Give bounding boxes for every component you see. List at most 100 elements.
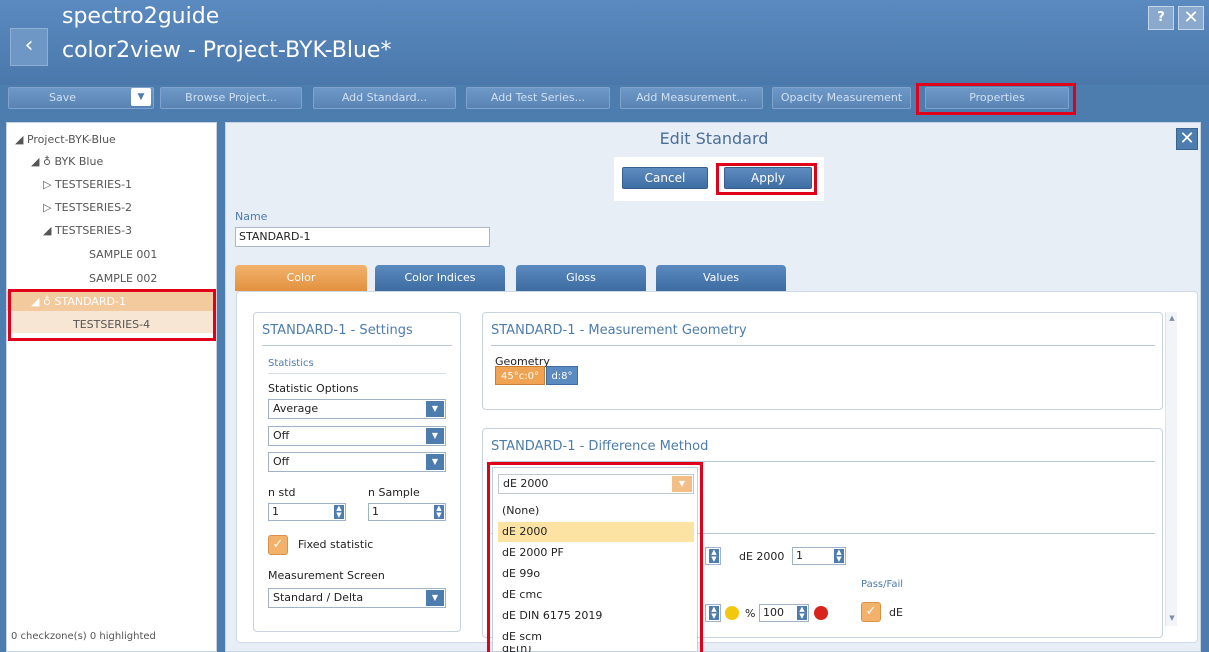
statistics-divider xyxy=(268,373,446,374)
app-header: ‹ spectro2guide color2view - Project-BYK… xyxy=(0,0,1209,85)
back-button[interactable]: ‹ xyxy=(10,28,48,66)
stepper-left[interactable]: ▲ ▼ xyxy=(705,547,721,565)
app-title: spectro2guide xyxy=(62,4,220,29)
panel-title: Edit Standard xyxy=(659,129,769,148)
tree-item-testseries-2[interactable]: ▷ TESTSERIES-2 xyxy=(43,201,132,214)
tree-item-sample-001[interactable]: SAMPLE 001 xyxy=(89,248,157,261)
scroll-down-icon[interactable]: ▼ xyxy=(1166,614,1178,622)
dropdown-option-deh[interactable]: dE(h) xyxy=(498,646,694,652)
tree-item-sample-002[interactable]: SAMPLE 002 xyxy=(89,272,157,285)
dropdown-option-de99o[interactable]: dE 99o xyxy=(498,564,694,584)
settings-title: STANDARD-1 - Settings xyxy=(262,323,413,338)
dropdown-option-decmc[interactable]: dE cmc xyxy=(498,585,694,605)
content-scrollbar[interactable]: ▲ ▼ xyxy=(1165,312,1177,626)
close-app-button[interactable]: ✕ xyxy=(1178,6,1204,30)
opacity-measurement-button[interactable]: Opacity Measurement xyxy=(772,87,911,109)
geometry-title: STANDARD-1 - Measurement Geometry xyxy=(491,323,747,338)
statistic-option-select-3[interactable]: Off ▼ xyxy=(268,452,446,472)
percent-value: 100 xyxy=(763,606,784,619)
settings-box: STANDARD-1 - Settings Statistics Statist… xyxy=(253,312,461,632)
dropdown-option-none[interactable]: (None) xyxy=(498,501,694,521)
n-sample-label: n Sample xyxy=(368,486,420,499)
geometry-divider xyxy=(491,345,1155,346)
measurement-screen-value: Standard / Delta xyxy=(273,591,364,604)
select-1-value: Average xyxy=(273,402,319,415)
chevron-down-icon: ▼ xyxy=(426,454,444,470)
stepper-icon: ▲ ▼ xyxy=(334,505,344,519)
properties-button[interactable]: Properties xyxy=(925,87,1069,109)
difference-method-select[interactable]: dE 2000 ▼ xyxy=(498,474,694,494)
geometry-option-45-0[interactable]: 45°c:0° xyxy=(495,366,545,385)
n-std-value: 1 xyxy=(272,505,279,518)
add-test-series-button[interactable]: Add Test Series... xyxy=(466,87,610,109)
red-status-dot xyxy=(814,606,828,620)
tree-item-standard-1[interactable]: ◢ ♁ STANDARD-1 xyxy=(31,295,126,308)
tab-color[interactable]: Color xyxy=(235,265,367,291)
tab-content: STANDARD-1 - Settings Statistics Statist… xyxy=(236,291,1198,643)
tree-item-byk-blue[interactable]: ◢ ♁ BYK Blue xyxy=(31,155,103,168)
settings-divider xyxy=(262,345,452,346)
measurement-screen-label: Measurement Screen xyxy=(268,569,385,582)
tree-item-testseries-3[interactable]: ◢ TESTSERIES-3 xyxy=(43,224,132,237)
n-sample-value: 1 xyxy=(372,505,379,518)
measurement-screen-select[interactable]: Standard / Delta ▼ xyxy=(268,588,446,608)
difference-divider xyxy=(491,461,1155,462)
select-2-value: Off xyxy=(273,429,290,442)
close-panel-button[interactable]: ✕ xyxy=(1176,128,1198,150)
apply-button[interactable]: Apply xyxy=(724,167,812,189)
tab-values[interactable]: Values xyxy=(656,265,786,291)
tab-color-indices[interactable]: Color Indices xyxy=(375,265,505,291)
tree-item-testseries-1[interactable]: ▷ TESTSERIES-1 xyxy=(43,178,132,191)
de-passfail-checkbox[interactable]: ✓ xyxy=(861,602,881,622)
n-sample-stepper[interactable]: 1 ▲ ▼ xyxy=(368,503,446,521)
difference-method-dropdown[interactable]: dE 2000 ▼ (None) dE 2000 dE 2000 PF dE 99… xyxy=(492,467,698,652)
n-std-stepper[interactable]: 1 ▲ ▼ xyxy=(268,503,346,521)
add-measurement-button[interactable]: Add Measurement... xyxy=(620,87,763,109)
percent-label: % xyxy=(745,607,756,620)
geometry-option-d8[interactable]: d:8° xyxy=(546,366,578,385)
statistic-option-select-1[interactable]: Average ▼ xyxy=(268,399,446,419)
statistic-option-select-2[interactable]: Off ▼ xyxy=(268,426,446,446)
chevron-down-icon: ▼ xyxy=(672,476,692,492)
dropdown-option-de2000[interactable]: dE 2000 xyxy=(498,522,694,542)
de-checkbox-label: dE xyxy=(889,606,903,619)
stepper-icon: ▲ ▼ xyxy=(709,549,719,563)
statistic-options-label: Statistic Options xyxy=(268,382,359,395)
de2000-stepper[interactable]: 1 ▲ ▼ xyxy=(792,547,846,565)
select-3-value: Off xyxy=(273,455,290,468)
fixed-statistic-label: Fixed statistic xyxy=(298,538,374,551)
de2000-value: 1 xyxy=(796,549,803,562)
geometry-box: STANDARD-1 - Measurement Geometry Geomet… xyxy=(482,312,1163,410)
stepper-left-2[interactable]: ▲ ▼ xyxy=(705,604,721,622)
chevron-down-icon: ▼ xyxy=(426,401,444,417)
tree-item-project[interactable]: ◢ Project-BYK-Blue xyxy=(15,133,116,146)
save-dropdown-arrow[interactable]: ▼ xyxy=(131,88,151,106)
scroll-up-icon[interactable]: ▲ xyxy=(1166,314,1178,322)
difference-method-selected: dE 2000 xyxy=(503,477,549,490)
stepper-icon: ▲ ▼ xyxy=(709,606,719,620)
stepper-icon: ▲ ▼ xyxy=(834,549,844,563)
chevron-down-icon: ▼ xyxy=(426,428,444,444)
save-label: Save xyxy=(49,91,77,104)
de2000-label: dE 2000 xyxy=(739,550,785,563)
name-input[interactable]: STANDARD-1 xyxy=(235,227,490,247)
fixed-statistic-checkbox[interactable]: ✓ xyxy=(268,535,288,555)
dropdown-option-descm[interactable]: dE scm xyxy=(498,627,694,647)
help-button[interactable]: ? xyxy=(1148,6,1174,30)
stepper-icon: ▲ ▼ xyxy=(797,606,807,620)
difference-method-title: STANDARD-1 - Difference Method xyxy=(491,439,709,454)
pass-fail-label: Pass/Fail xyxy=(861,579,904,590)
yellow-status-dot xyxy=(725,606,739,620)
tab-gloss[interactable]: Gloss xyxy=(516,265,646,291)
percent-stepper[interactable]: 100 ▲ ▼ xyxy=(759,604,809,622)
tree-item-testseries-4[interactable]: TESTSERIES-4 xyxy=(73,318,150,331)
statistics-heading: Statistics xyxy=(268,358,314,369)
stepper-icon: ▲ ▼ xyxy=(434,505,444,519)
cancel-button[interactable]: Cancel xyxy=(622,167,708,189)
add-standard-button[interactable]: Add Standard... xyxy=(313,87,456,109)
toolbar: Save ▼ Browse Project... Add Standard...… xyxy=(0,85,1209,113)
dropdown-option-de-din[interactable]: dE DIN 6175 2019 xyxy=(498,606,694,626)
status-text: 0 checkzone(s) 0 highlighted xyxy=(11,631,156,642)
browse-project-button[interactable]: Browse Project... xyxy=(160,87,302,109)
dropdown-option-de2000-pf[interactable]: dE 2000 PF xyxy=(498,543,694,563)
